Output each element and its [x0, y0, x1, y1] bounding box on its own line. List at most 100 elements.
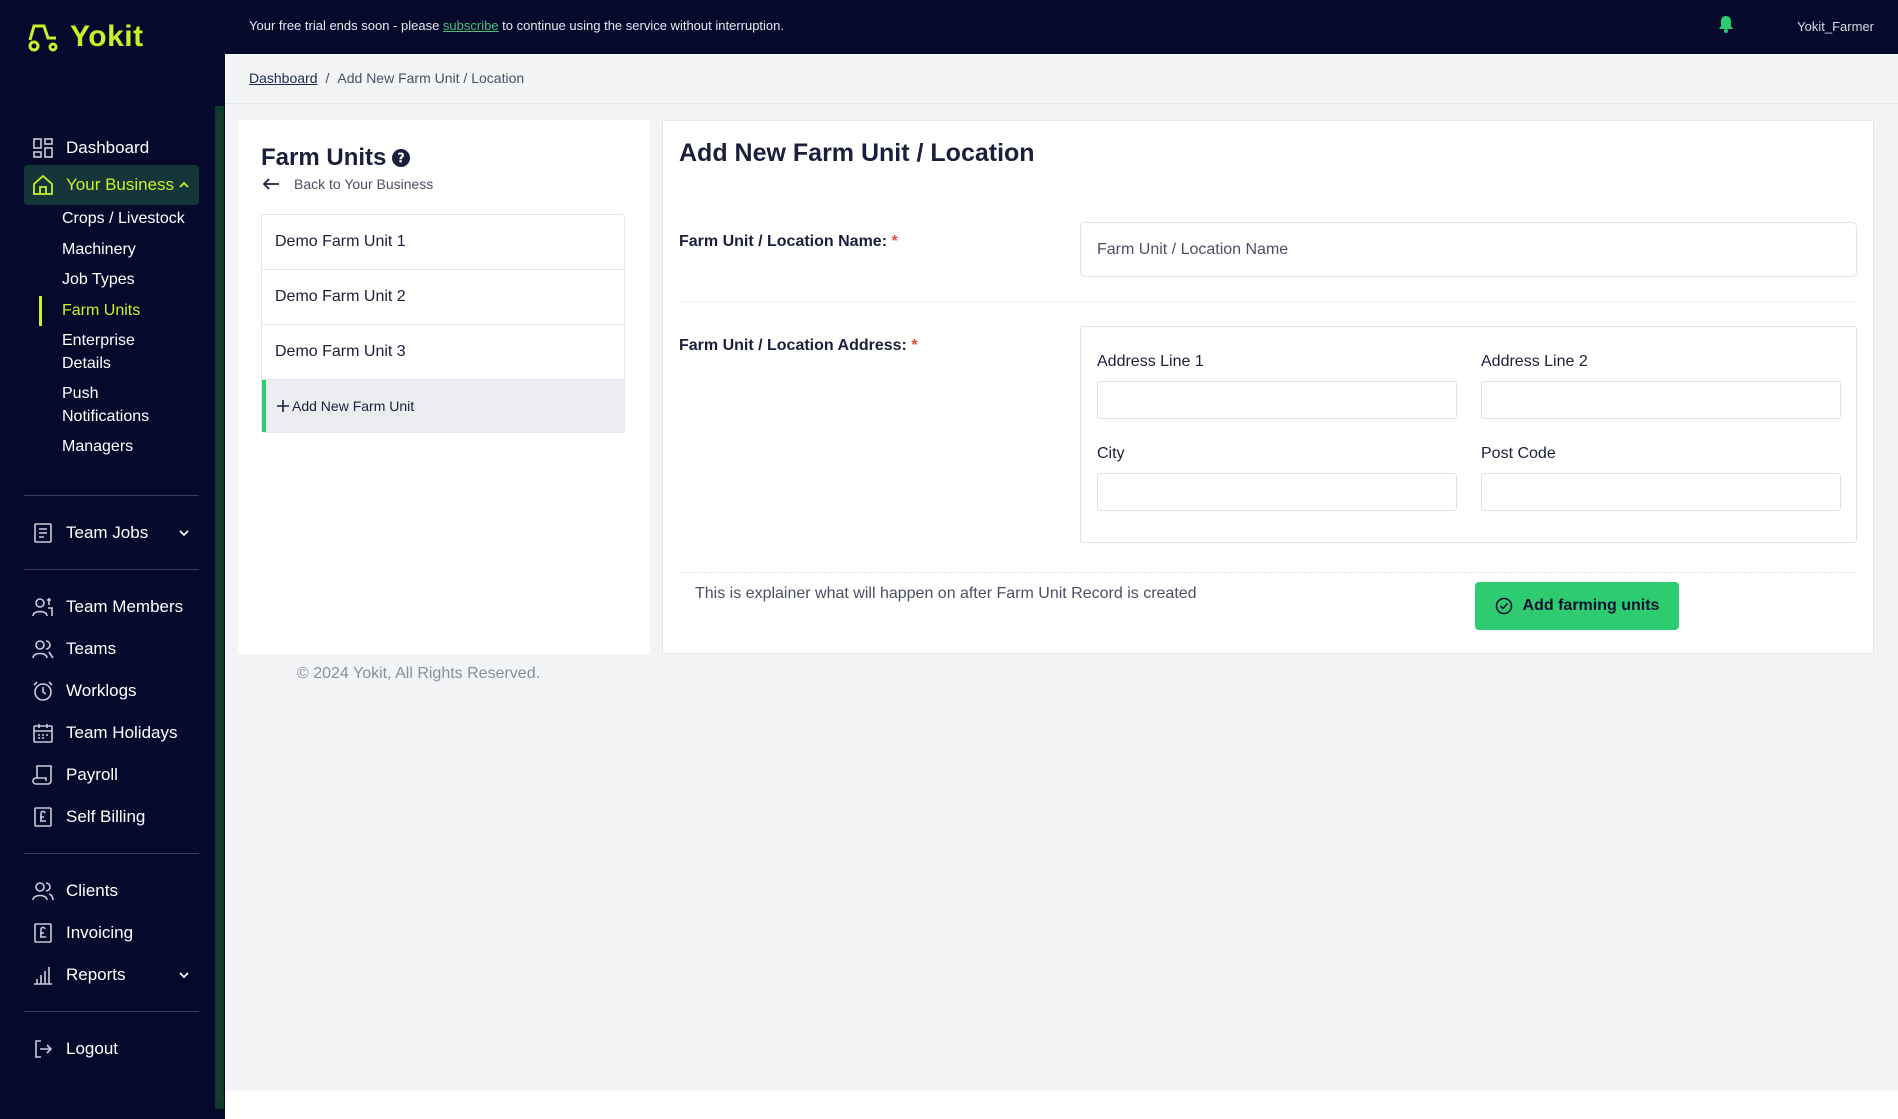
add-farming-units-button[interactable]: Add farming units: [1475, 582, 1679, 630]
trial-notice-prefix: Your free trial ends soon - please: [249, 18, 443, 33]
address-line2-input[interactable]: [1481, 381, 1841, 419]
app-name: Yokit: [70, 20, 144, 53]
nav-payroll[interactable]: Payroll: [24, 755, 199, 795]
sidebar-divider: [24, 495, 199, 496]
add-farm-unit-label: Add New Farm Unit: [292, 398, 415, 414]
form-footer-divider: [679, 572, 1857, 573]
nav-team-members-label: Team Members: [66, 597, 184, 616]
nav-team-members[interactable]: Team Members: [24, 587, 199, 627]
farm-unit-name-input[interactable]: [1080, 222, 1857, 277]
bell-icon[interactable]: [1718, 15, 1734, 38]
nav-dashboard[interactable]: Dashboard: [24, 128, 199, 168]
address-field-label: Farm Unit / Location Address: *: [679, 337, 918, 355]
trial-notice: Your free trial ends soon - please subsc…: [249, 18, 784, 33]
breadcrumb-current: Add New Farm Unit / Location: [337, 70, 525, 86]
city-label: City: [1097, 445, 1125, 462]
city-input[interactable]: [1097, 473, 1457, 511]
logout-icon: [32, 1038, 54, 1060]
chevron-up-icon: [177, 177, 191, 197]
post-code-label: Post Code: [1481, 445, 1556, 462]
chevron-down-icon: [177, 967, 191, 987]
calendar-icon: [32, 722, 54, 744]
nav-team-jobs-label: Team Jobs: [66, 523, 149, 542]
farm-unit-list: Demo Farm Unit 1 Demo Farm Unit 2 Demo F…: [261, 214, 625, 433]
address-fieldset: Address Line 1 Address Line 2 City Post …: [1080, 326, 1857, 543]
sidebar-sub-job-types[interactable]: Job Types: [62, 268, 202, 291]
nav-self-billing[interactable]: Self Billing: [24, 797, 199, 837]
home-icon: [32, 174, 54, 196]
bar-chart-icon: [32, 964, 54, 986]
list-item[interactable]: Demo Farm Unit 1: [262, 215, 624, 270]
grid-icon: [32, 137, 54, 159]
breadcrumb-divider: [225, 103, 1898, 104]
add-farm-unit-form: Add New Farm Unit / Location Farm Unit /…: [662, 120, 1874, 654]
team-icon: [32, 638, 54, 660]
breadcrumb: Dashboard / Add New Farm Unit / Location: [249, 70, 524, 86]
farm-units-title: Farm Units ?: [261, 144, 411, 172]
user-menu[interactable]: Yokit_Farmer: [1797, 19, 1874, 34]
address-line1-label: Address Line 1: [1097, 353, 1204, 370]
sidebar-divider: [24, 569, 199, 570]
nav-clients-label: Clients: [66, 881, 118, 900]
back-to-business-link[interactable]: Back to Your Business: [262, 176, 433, 192]
sidebar-sub-push-notifications[interactable]: Push Notifications: [62, 382, 162, 428]
users-icon: [32, 596, 54, 618]
nav-your-business[interactable]: Your Business: [24, 165, 199, 205]
nav-dashboard-label: Dashboard: [66, 138, 150, 157]
sidebar-sub-farm-units[interactable]: Farm Units: [62, 299, 202, 322]
form-row-divider: [679, 301, 1857, 302]
clipboard-list-icon: [32, 522, 54, 544]
alarm-clock-icon: [32, 680, 54, 702]
list-item[interactable]: Demo Farm Unit 3: [262, 325, 624, 380]
nav-invoicing-label: Invoicing: [66, 923, 134, 942]
address-field-label-text: Farm Unit / Location Address:: [679, 337, 907, 354]
nav-worklogs[interactable]: Worklogs: [24, 671, 199, 711]
name-field-label-text: Farm Unit / Location Name:: [679, 233, 888, 250]
nav-reports[interactable]: Reports: [24, 955, 199, 995]
users-icon: [32, 880, 54, 902]
sidebar-divider: [24, 853, 199, 854]
sidebar-sub-managers[interactable]: Managers: [62, 435, 202, 458]
nav-invoicing[interactable]: Invoicing: [24, 913, 199, 953]
subscribe-link[interactable]: subscribe: [443, 18, 499, 33]
nav-teams-label: Teams: [66, 639, 117, 658]
nav-logout[interactable]: Logout: [24, 1029, 199, 1069]
nav-team-holidays[interactable]: Team Holidays: [24, 713, 199, 753]
trial-notice-suffix: to continue using the service without in…: [498, 18, 785, 33]
breadcrumb-dashboard-link[interactable]: Dashboard: [249, 70, 318, 86]
sidebar-scrollbar-thumb[interactable]: [216, 112, 223, 1102]
nav-your-business-label: Your Business: [66, 175, 175, 194]
address-line2-label: Address Line 2: [1481, 353, 1588, 370]
nav-teams[interactable]: Teams: [24, 629, 199, 669]
sidebar-sub-crops-livestock[interactable]: Crops / Livestock: [62, 207, 202, 230]
breadcrumb-separator: /: [325, 70, 330, 86]
sidebar-sub-machinery[interactable]: Machinery: [62, 238, 202, 261]
farm-units-panel: Farm Units ? Back to Your Business Demo …: [238, 120, 650, 654]
bottom-strip: [225, 1091, 1898, 1119]
help-icon[interactable]: ?: [392, 149, 411, 167]
post-code-input[interactable]: [1481, 473, 1841, 511]
pound-document-icon: [32, 806, 54, 828]
back-to-business-label: Back to Your Business: [294, 176, 434, 192]
pound-document-icon: [32, 922, 54, 944]
name-field-label: Farm Unit / Location Name: *: [679, 233, 898, 251]
address-line1-input[interactable]: [1097, 381, 1457, 419]
list-item[interactable]: Demo Farm Unit 2: [262, 270, 624, 325]
plus-icon: [276, 399, 290, 413]
nav-payroll-label: Payroll: [66, 765, 118, 784]
add-farming-units-label: Add farming units: [1522, 597, 1660, 614]
nav-team-holidays-label: Team Holidays: [66, 723, 178, 742]
sidebar-sub-enterprise-details[interactable]: Enterprise Details: [62, 329, 162, 375]
nav-worklogs-label: Worklogs: [66, 681, 137, 700]
nav-clients[interactable]: Clients: [24, 871, 199, 911]
svg-text:?: ?: [398, 152, 406, 167]
chevron-down-icon: [177, 525, 191, 545]
add-farm-unit-button[interactable]: Add New Farm Unit: [262, 380, 624, 432]
arrow-left-icon: [262, 177, 280, 191]
required-mark: *: [911, 337, 918, 354]
scroll-icon: [32, 764, 54, 786]
app-logo[interactable]: Yokit: [26, 20, 144, 54]
nav-team-jobs[interactable]: Team Jobs: [24, 513, 199, 553]
form-title: Add New Farm Unit / Location: [679, 139, 1035, 167]
sidebar: Yokit Dashboard Your Business Crops / Li…: [0, 0, 225, 1119]
